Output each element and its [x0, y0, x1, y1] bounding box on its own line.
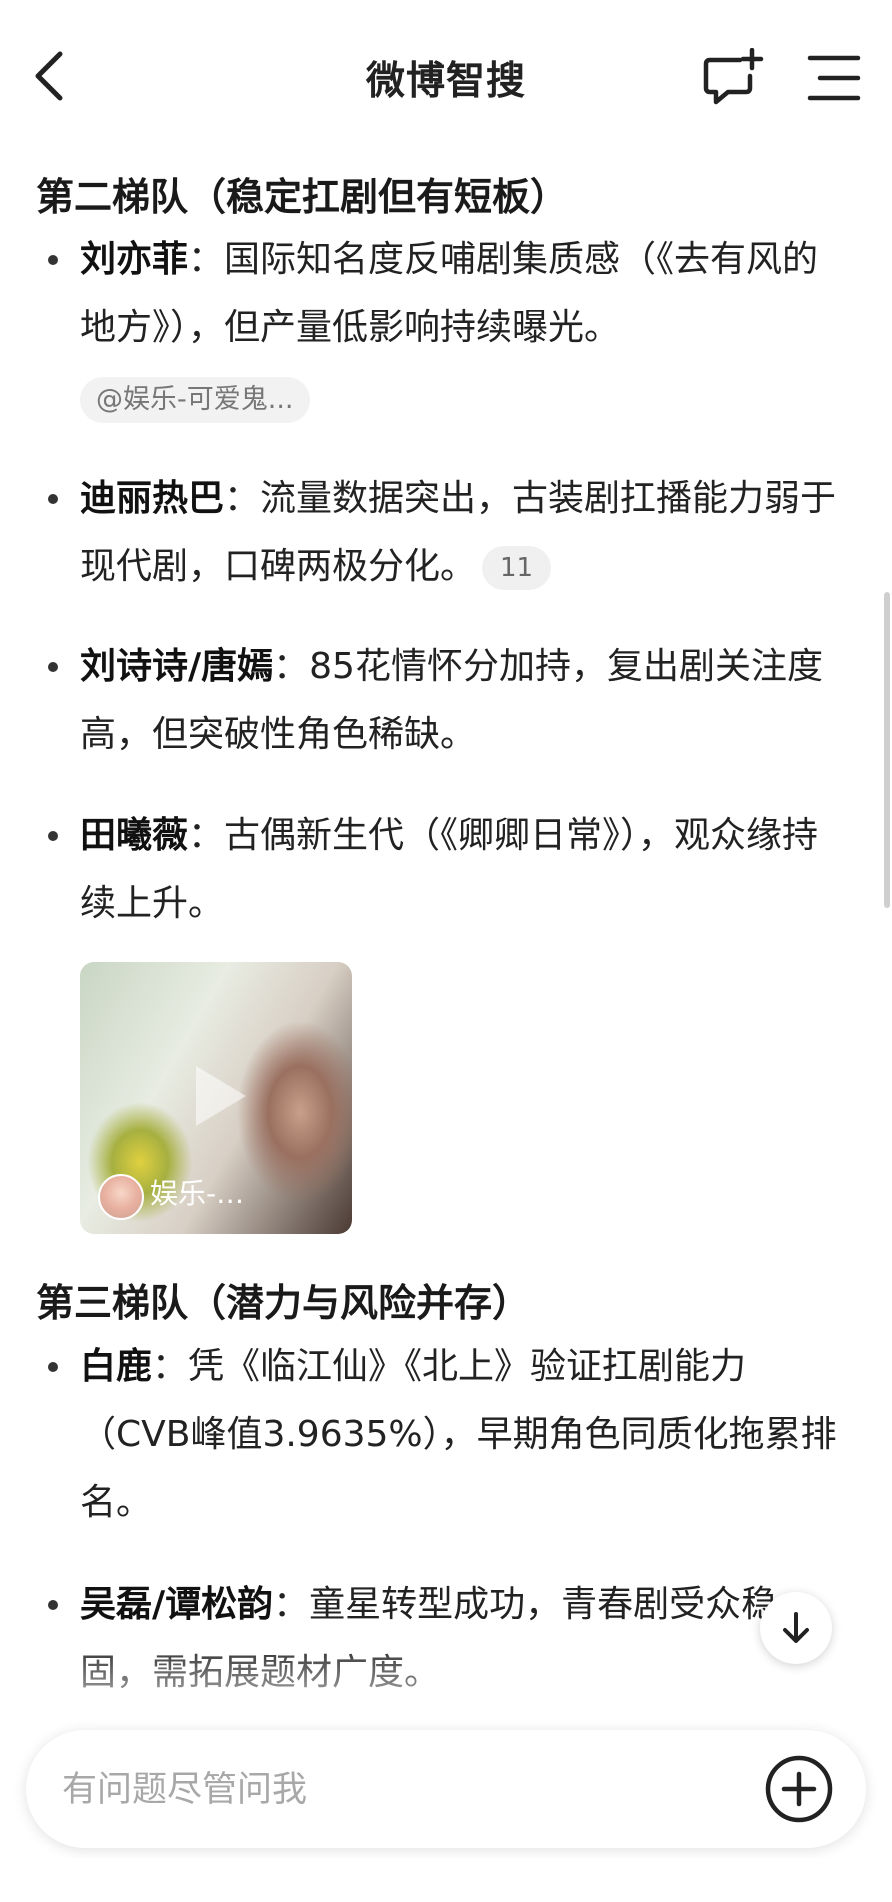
- top-nav-bar: 微博智搜: [0, 0, 892, 150]
- list-item: 田曦薇：古偶新生代（《卿卿日常》），观众缘持续上升。: [80, 802, 840, 938]
- item-name: 田曦薇: [80, 815, 189, 856]
- arrow-down-icon: [783, 1612, 809, 1643]
- item-text: ：古偶新生代（《卿卿日常》），观众缘持续上升。: [80, 815, 819, 924]
- bullet-dot: [48, 255, 58, 265]
- plus-circle-icon[interactable]: [762, 1752, 836, 1826]
- bottom-safe-area: [0, 1858, 892, 1902]
- bullet-dot: [48, 1600, 58, 1610]
- source-row: @娱乐-可爱鬼...: [80, 372, 840, 423]
- item-text: ：凭《临江仙》《北上》验证扛剧能力（CVB峰值3.9635%），早期角色同质化拖…: [80, 1346, 837, 1523]
- bullet-dot: [48, 1362, 58, 1372]
- list-item: 迪丽热巴：流量数据突出，古装剧扛播能力弱于现代剧，口碑两极分化。 11: [80, 465, 840, 601]
- list-item: 刘亦菲：国际知名度反哺剧集质感（《去有风的地方》），但产量低影响持续曝光。: [80, 226, 840, 362]
- scroll-to-bottom-button[interactable]: [760, 1592, 832, 1664]
- bullet-dot: [48, 662, 58, 672]
- reference-count-badge[interactable]: 11: [482, 546, 552, 590]
- new-chat-icon[interactable]: [700, 48, 764, 108]
- scrollbar[interactable]: [884, 592, 890, 908]
- video-thumbnail[interactable]: 娱乐-…: [80, 962, 352, 1234]
- bullet-dot: [48, 831, 58, 841]
- list-item: 刘诗诗/唐嫣：85花情怀分加持，复出剧关注度高，但突破性角色稀缺。: [80, 633, 840, 769]
- bullet-dot: [48, 494, 58, 504]
- section-title: 第三梯队（潜力与风险并存）: [36, 1281, 531, 1325]
- section-title: 第二梯队（稳定扛剧但有短板）: [36, 175, 569, 219]
- avatar: [98, 1174, 144, 1220]
- item-name: 吴磊/谭松韵: [80, 1584, 274, 1625]
- source-tag[interactable]: @娱乐-可爱鬼...: [80, 377, 310, 423]
- video-author: 娱乐-…: [150, 1177, 245, 1210]
- list-item: 白鹿：凭《临江仙》《北上》验证扛剧能力（CVB峰值3.9635%），早期角色同质…: [80, 1333, 840, 1537]
- item-name: 刘诗诗/唐嫣: [80, 646, 274, 687]
- menu-icon[interactable]: [806, 52, 862, 104]
- item-name: 迪丽热巴: [80, 478, 225, 519]
- item-name: 刘亦菲: [80, 239, 189, 280]
- chat-input-bar: [26, 1730, 866, 1848]
- item-name: 白鹿: [80, 1346, 153, 1387]
- play-icon[interactable]: [190, 1062, 250, 1130]
- chat-input[interactable]: [60, 1764, 744, 1816]
- item-text: ：国际知名度反哺剧集质感（《去有风的地方》），但产量低影响持续曝光。: [80, 239, 819, 348]
